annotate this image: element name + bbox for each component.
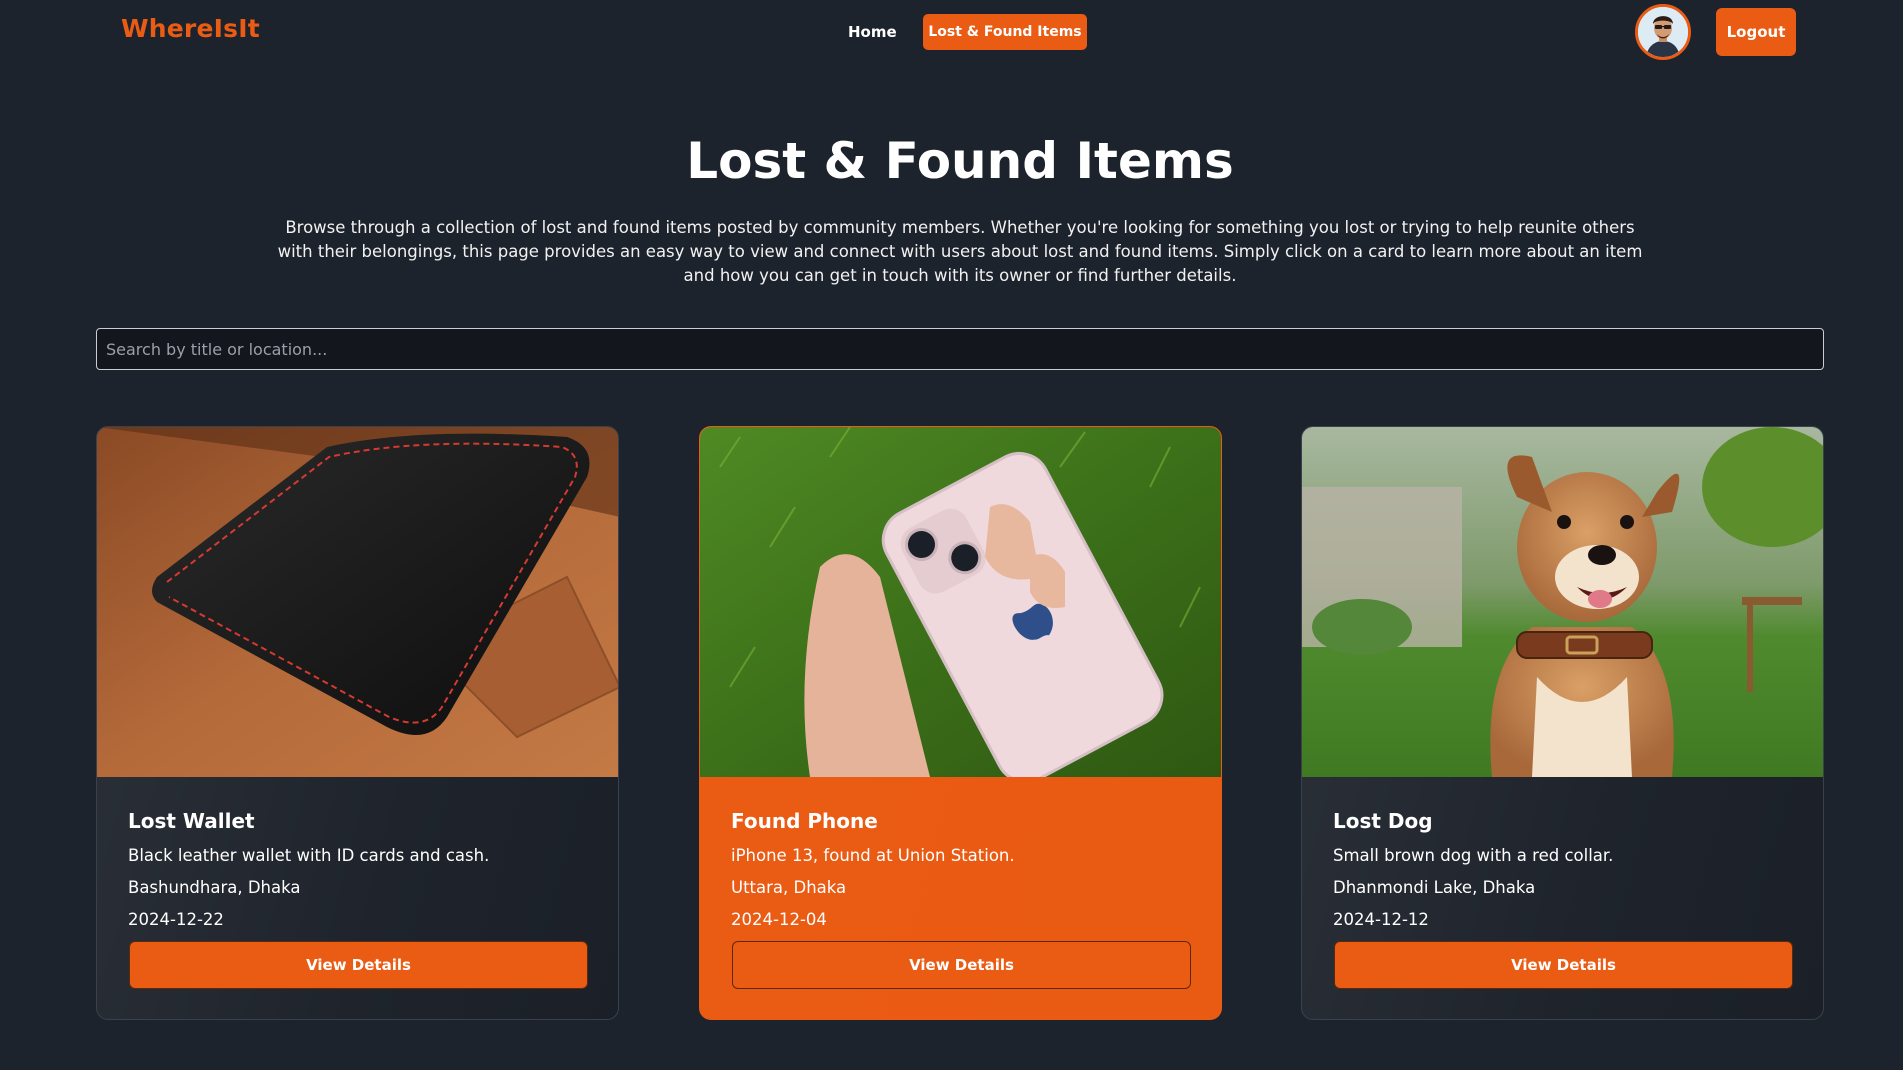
item-card-lost-wallet[interactable]: Lost Wallet Black leather wallet with ID… <box>96 426 619 1020</box>
card-date: 2024-12-22 <box>128 910 224 929</box>
page-title: Lost & Found Items <box>686 132 1234 190</box>
view-details-button[interactable]: View Details <box>732 941 1191 989</box>
card-title: Found Phone <box>731 809 878 833</box>
card-location: Dhanmondi Lake, Dhaka <box>1333 878 1536 897</box>
user-avatar-icon <box>1638 7 1688 57</box>
navbar: WhereIsIt Home Lost & Found Items Logout <box>0 0 1903 64</box>
page-description: Browse through a collection of lost and … <box>277 218 1643 285</box>
brand-logo[interactable]: WhereIsIt <box>121 14 260 43</box>
item-card-found-phone[interactable]: Found Phone iPhone 13, found at Union St… <box>699 426 1222 1020</box>
card-date: 2024-12-12 <box>1333 910 1429 929</box>
wallet-photo <box>97 427 618 777</box>
nav-link-home[interactable]: Home <box>834 14 911 50</box>
avatar[interactable] <box>1635 4 1691 60</box>
card-title: Lost Dog <box>1333 809 1433 833</box>
phone-photo <box>700 427 1221 777</box>
card-title: Lost Wallet <box>128 809 255 833</box>
nav-link-lost-found[interactable]: Lost & Found Items <box>923 14 1087 50</box>
search-input[interactable] <box>96 328 1824 370</box>
logout-button[interactable]: Logout <box>1716 8 1796 56</box>
card-description: Black leather wallet with ID cards and c… <box>128 846 490 865</box>
item-card-lost-dog[interactable]: Lost Dog Small brown dog with a red coll… <box>1301 426 1824 1020</box>
view-details-button[interactable]: View Details <box>129 941 588 989</box>
card-date: 2024-12-04 <box>731 910 827 929</box>
card-description: Small brown dog with a red collar. <box>1333 846 1614 865</box>
card-location: Uttara, Dhaka <box>731 878 847 897</box>
dog-photo <box>1302 427 1823 777</box>
view-details-button[interactable]: View Details <box>1334 941 1793 989</box>
card-description: iPhone 13, found at Union Station. <box>731 846 1015 865</box>
card-location: Bashundhara, Dhaka <box>128 878 301 897</box>
